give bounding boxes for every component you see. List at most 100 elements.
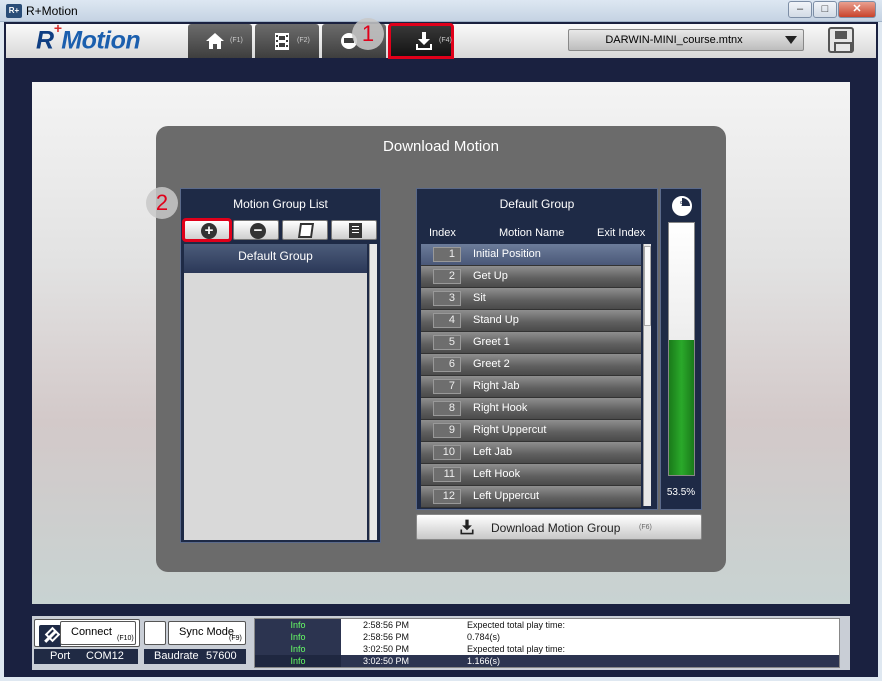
- log-message: 0.784(s): [467, 632, 501, 642]
- file-select-dropdown[interactable]: DARWIN-MINI_course.mtnx: [568, 29, 804, 51]
- download-icon: [460, 519, 474, 535]
- motion-name: Initial Position: [473, 248, 541, 260]
- log-time: 2:58:56 PM: [363, 620, 410, 630]
- selected-file: DARWIN-MINI_course.mtnx: [605, 34, 743, 46]
- scroll-thumb[interactable]: [644, 246, 651, 326]
- baudrate-row: Baudrate 57600: [144, 649, 246, 664]
- motion-index: 6: [433, 357, 461, 372]
- motion-index: 10: [433, 445, 461, 460]
- baudrate-value[interactable]: 57600: [206, 650, 237, 662]
- log-time: 3:02:50 PM: [363, 656, 410, 666]
- pie-percent-icon: %: [672, 196, 692, 216]
- document-icon: [349, 223, 362, 238]
- motion-row[interactable]: 3 Sit: [421, 288, 641, 310]
- port-label: Port: [50, 650, 71, 662]
- header-motion-name: Motion Name: [499, 227, 565, 239]
- edit-group-button[interactable]: [282, 220, 328, 240]
- tab-download[interactable]: (F4): [388, 23, 454, 59]
- motion-row[interactable]: 9 Right Uppercut: [421, 420, 641, 442]
- motion-name: Right Jab: [473, 380, 520, 392]
- motion-index: 7: [433, 379, 461, 394]
- panel-title: Download Motion: [383, 138, 499, 155]
- motion-index: 3: [433, 291, 461, 306]
- group-list-scrollbar[interactable]: [369, 244, 377, 540]
- group-item-default[interactable]: Default Group: [184, 244, 367, 273]
- download-icon: [416, 32, 432, 50]
- connect-button[interactable]: Connect (F10): [60, 621, 136, 645]
- title-bar: R+ R+Motion ‒ □ ✕: [0, 0, 882, 22]
- motion-name: Greet 1: [473, 336, 510, 348]
- motion-table-scrollbar[interactable]: [643, 244, 651, 506]
- log-row: Info 3:02:50 PM 1.166(s): [255, 655, 839, 667]
- motion-index: 9: [433, 423, 461, 438]
- motion-row[interactable]: 6 Greet 2: [421, 354, 641, 376]
- motion-index: 5: [433, 335, 461, 350]
- motion-row[interactable]: 7 Right Jab: [421, 376, 641, 398]
- header-index: Index: [429, 227, 456, 239]
- log-message: 1.166(s): [467, 656, 501, 666]
- motion-index: 4: [433, 313, 461, 328]
- app-icon: R+: [6, 4, 22, 18]
- motion-row[interactable]: 4 Stand Up: [421, 310, 641, 332]
- motion-rows: 1 Initial Position 2 Get Up 3 Sit 4 Stand Up 5 Gr…: [421, 244, 641, 508]
- port-value[interactable]: COM12: [86, 650, 124, 662]
- motion-row[interactable]: 12 Left Uppercut: [421, 486, 641, 508]
- add-group-button[interactable]: +: [182, 218, 232, 242]
- status-bar: Connect (F10) Sync Mode (F9) Port COM12 …: [32, 616, 850, 670]
- log-time: 2:58:56 PM: [363, 632, 410, 642]
- motion-name: Left Uppercut: [473, 490, 540, 502]
- copy-group-button[interactable]: [331, 220, 377, 240]
- motion-row[interactable]: 1 Initial Position: [421, 244, 641, 266]
- motion-name: Stand Up: [473, 314, 519, 326]
- motion-name: Left Hook: [473, 468, 521, 480]
- close-button[interactable]: ✕: [838, 1, 876, 18]
- memory-usage-bar: [668, 222, 695, 476]
- app-header: R+Motion (F1) (F2) (F4) 1 DARWIN-MINI_co…: [6, 18, 876, 59]
- log-message: Expected total play time:: [467, 644, 566, 654]
- log-level: Info: [255, 619, 341, 631]
- motion-row[interactable]: 5 Greet 1: [421, 332, 641, 354]
- minus-circle-icon: −: [250, 223, 266, 239]
- download-motion-group-button[interactable]: Download Motion Group (F6): [416, 514, 702, 540]
- maximize-button[interactable]: □: [813, 1, 837, 18]
- motion-row[interactable]: 8 Right Hook: [421, 398, 641, 420]
- header-exit-index: Exit Index: [597, 227, 646, 239]
- log-row: Info 3:02:50 PM Expected total play time:: [255, 643, 839, 655]
- download-button-label: Download Motion Group: [491, 521, 621, 535]
- motion-index: 2: [433, 269, 461, 284]
- sync-mode-button[interactable]: Sync Mode (F9): [168, 621, 246, 645]
- motion-name: Sit: [473, 292, 486, 304]
- motion-table-title: Default Group: [499, 197, 575, 211]
- motion-row[interactable]: 2 Get Up: [421, 266, 641, 288]
- rplus-motion-logo: R+Motion: [36, 20, 141, 55]
- tab-motion-edit[interactable]: (F2): [255, 24, 319, 58]
- log-level: Info: [255, 643, 341, 655]
- motion-row[interactable]: 11 Left Hook: [421, 464, 641, 486]
- usage-percent: 53.5%: [666, 487, 696, 498]
- motion-name: Right Hook: [473, 402, 528, 414]
- port-row: Port COM12: [34, 649, 138, 664]
- step-1-badge: 1: [352, 18, 384, 50]
- tab-home[interactable]: (F1): [188, 24, 252, 58]
- plug-icon: [39, 625, 61, 647]
- remove-group-button[interactable]: −: [233, 220, 279, 240]
- motion-index: 12: [433, 489, 461, 504]
- log-level: Info: [255, 655, 341, 667]
- plus-circle-icon: +: [201, 223, 217, 239]
- motion-index: 11: [433, 467, 461, 482]
- log-row: Info 2:58:56 PM Expected total play time:: [255, 619, 839, 631]
- log-message: Expected total play time:: [467, 620, 566, 630]
- minimize-button[interactable]: ‒: [788, 1, 812, 18]
- motion-name: Right Uppercut: [473, 424, 547, 436]
- log-level: Info: [255, 631, 341, 643]
- step-2-badge: 2: [146, 187, 178, 219]
- baudrate-label: Baudrate: [154, 650, 199, 662]
- save-icon[interactable]: [828, 27, 854, 53]
- sync-toggle[interactable]: [144, 621, 166, 645]
- tab-key-label: (F2): [297, 37, 310, 44]
- motion-name: Get Up: [473, 270, 508, 282]
- motion-row[interactable]: 10 Left Jab: [421, 442, 641, 464]
- motion-group-list: Motion Group List + − Default Group: [180, 188, 381, 543]
- message-log: Info 2:58:56 PM Expected total play time: I…: [254, 618, 840, 668]
- group-toolbar: + −: [182, 218, 377, 242]
